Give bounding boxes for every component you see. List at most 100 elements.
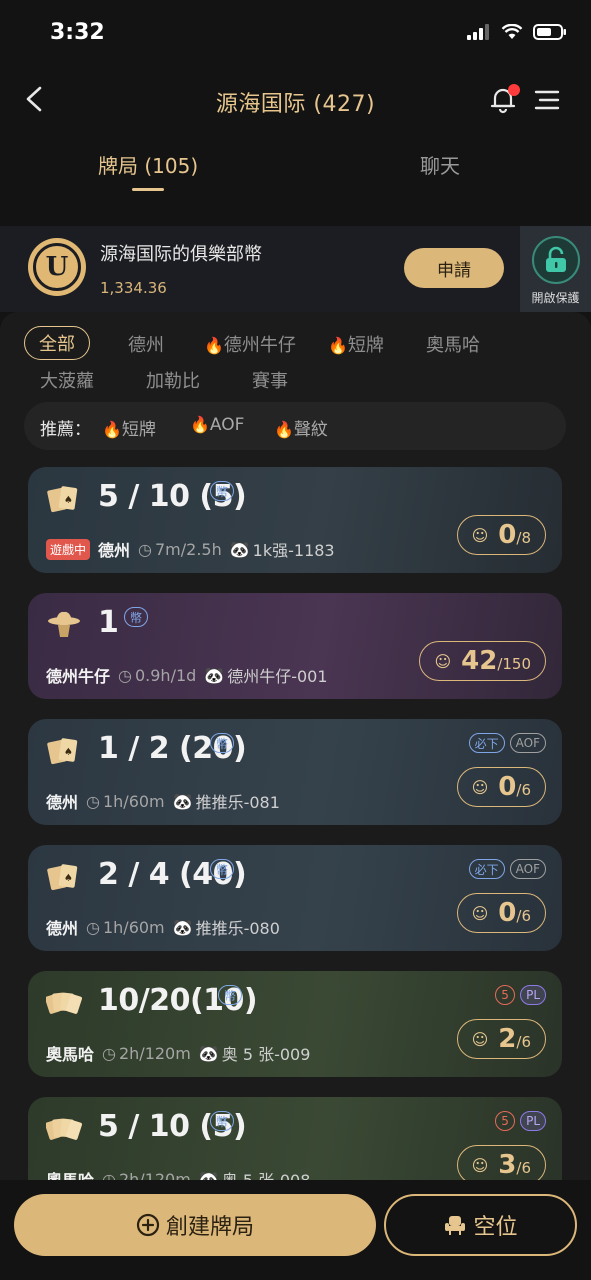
- panda-icon: 🐼: [229, 539, 250, 559]
- game-card[interactable]: ♠ 2 / 4 (40) 幣 必下 AOF 德州 ◷ 1h/60m 🐼 推推乐-08…: [28, 845, 562, 951]
- filter-all[interactable]: 全部: [24, 326, 90, 360]
- seats-count: 42: [461, 646, 498, 676]
- game-card[interactable]: 10/20(10) 幣 5 PL 奧馬哈 ◷ 2h/120m 🐼 奥 5 张-009…: [28, 971, 562, 1077]
- fire-icon: 🔥: [102, 420, 122, 439]
- tag-must-call: 必下: [468, 859, 505, 879]
- table-name: 🐼 推推乐-080: [172, 917, 280, 939]
- signal-icon: [467, 24, 489, 40]
- game-duration: ◷ 0.9h/1d: [118, 665, 197, 685]
- game-tags: 5 PL: [495, 1111, 546, 1131]
- seats-max: /6: [516, 1159, 531, 1177]
- game-meta: 遊戲中 德州 ◷ 7m/2.5h 🐼 1k强-1183: [46, 537, 335, 561]
- apply-button[interactable]: 申請: [404, 248, 504, 288]
- battery-icon: [533, 24, 566, 40]
- recommend-bar: 推薦： 🔥短牌 🔥AOF 🔥聲紋: [24, 402, 566, 450]
- game-stakes: 1: [98, 605, 119, 640]
- players-icon: ☺: [471, 1029, 489, 1049]
- seats-max: /150: [497, 655, 531, 673]
- panda-icon: 🐼: [172, 791, 193, 811]
- unlock-icon: [531, 236, 580, 284]
- svg-text:♠: ♠: [64, 873, 73, 884]
- filter-caribbean[interactable]: 加勒比: [146, 367, 200, 393]
- tag-card-count: 5: [495, 985, 516, 1005]
- status-bar: 3:32: [0, 0, 591, 64]
- panda-icon: 🐼: [198, 1043, 219, 1063]
- table-name: 🐼 1k强-1183: [229, 539, 335, 561]
- seats-count: 0: [498, 772, 517, 802]
- players-icon: ☺: [471, 777, 489, 797]
- filter-cowboy[interactable]: 🔥德州牛仔: [204, 331, 296, 357]
- seats-indicator: ☺ 42/150: [419, 641, 546, 681]
- svg-text:♠: ♠: [64, 747, 73, 758]
- filter-shortdeck[interactable]: 🔥短牌: [328, 331, 384, 357]
- notification-button[interactable]: [488, 84, 520, 116]
- game-duration: ◷ 7m/2.5h: [138, 539, 222, 559]
- wifi-icon: [501, 24, 523, 39]
- recommend-item[interactable]: 🔥AOF: [190, 415, 244, 435]
- protect-label: 開啟保護: [531, 291, 580, 305]
- empty-seat-button[interactable]: 空位: [384, 1194, 577, 1256]
- holdem-cards-icon: ♠: [47, 486, 78, 513]
- seats-max: /6: [516, 1033, 531, 1051]
- menu-icon: [534, 90, 560, 110]
- club-coin-logo: U: [28, 238, 86, 296]
- coin-tag: 幣: [210, 481, 235, 501]
- game-card[interactable]: ♠ 1 / 2 (20) 幣 必下 AOF 德州 ◷ 1h/60m 🐼 推推乐-08…: [28, 719, 562, 825]
- seats-indicator: ☺ 2/6: [456, 1019, 546, 1059]
- recommend-item[interactable]: 🔥短牌: [102, 415, 156, 440]
- players-icon: ☺: [471, 525, 489, 545]
- game-type: 德州: [98, 541, 131, 560]
- game-meta: 德州牛仔 ◷ 0.9h/1d 🐼 德州牛仔-001: [46, 663, 328, 687]
- clock-icon: ◷: [138, 539, 152, 559]
- game-duration: ◷ 1h/60m: [86, 791, 165, 811]
- seat-icon: [445, 1216, 466, 1235]
- tab-chat[interactable]: 聊天: [420, 150, 460, 179]
- menu-button[interactable]: [532, 88, 560, 112]
- club-bar: U 源海国际的俱樂部幣 1,334.36 申請 開啟保護: [0, 226, 591, 312]
- tab-bar: 牌局 (105) 聊天: [0, 136, 591, 206]
- coin-tag: 幣: [210, 1111, 235, 1131]
- svg-text:♠: ♠: [64, 495, 73, 506]
- tab-indicator: [132, 188, 164, 191]
- seats-count: 0: [498, 898, 517, 928]
- protect-button[interactable]: 開啟保護: [520, 226, 591, 312]
- game-card[interactable]: ♠ 5 / 10 (5) 幣 遊戲中 德州 ◷ 7m/2.5h 🐼 1k强-1183…: [28, 467, 562, 573]
- filter-pineapple[interactable]: 大菠蘿: [40, 367, 94, 393]
- coin-tag: 幣: [124, 607, 149, 627]
- clock-icon: ◷: [102, 1043, 116, 1063]
- filter-tournament[interactable]: 賽事: [252, 367, 288, 393]
- panda-icon: 🐼: [204, 665, 225, 685]
- game-meta: 德州 ◷ 1h/60m 🐼 推推乐-080: [46, 915, 280, 939]
- tag-card-count: 5: [495, 1111, 516, 1131]
- game-duration: ◷ 1h/60m: [86, 917, 165, 937]
- coin-tag: 幣: [210, 859, 235, 879]
- fire-icon: 🔥: [190, 415, 210, 434]
- create-game-label: 創建牌局: [165, 1215, 254, 1240]
- empty-seat-label: 空位: [473, 1215, 518, 1240]
- coin-tag: 幣: [210, 733, 235, 753]
- game-type: 奧馬哈: [46, 1045, 95, 1064]
- filter-holdem[interactable]: 德州: [128, 331, 164, 357]
- cowboy-hat-icon: [48, 611, 80, 637]
- notification-dot: [508, 84, 520, 96]
- game-type: 德州: [46, 793, 79, 812]
- game-card[interactable]: 1 幣 德州牛仔 ◷ 0.9h/1d 🐼 德州牛仔-001 ☺ 42/150: [28, 593, 562, 699]
- tag-pot-limit: PL: [520, 985, 546, 1005]
- bottom-action-bar: 創建牌局 空位: [0, 1180, 591, 1280]
- seats-indicator: ☺ 0/6: [456, 767, 546, 807]
- recommend-label: 推薦：: [40, 420, 91, 440]
- seats-count: 2: [498, 1024, 517, 1054]
- tab-games[interactable]: 牌局 (105): [98, 150, 198, 179]
- club-coin-balance: 1,334.36: [100, 279, 167, 297]
- seats-indicator: ☺ 0/8: [456, 515, 546, 555]
- filter-omaha[interactable]: 奧馬哈: [426, 331, 480, 357]
- tag-must-call: 必下: [468, 733, 505, 753]
- fire-icon: 🔥: [274, 420, 294, 439]
- create-game-button[interactable]: 創建牌局: [14, 1194, 376, 1256]
- tag-pot-limit: PL: [520, 1111, 546, 1131]
- status-icons: [467, 24, 567, 40]
- players-icon: ☺: [434, 651, 452, 671]
- seats-max: /8: [516, 529, 531, 547]
- recommend-item[interactable]: 🔥聲紋: [274, 415, 328, 440]
- game-tags: 必下 AOF: [468, 859, 546, 879]
